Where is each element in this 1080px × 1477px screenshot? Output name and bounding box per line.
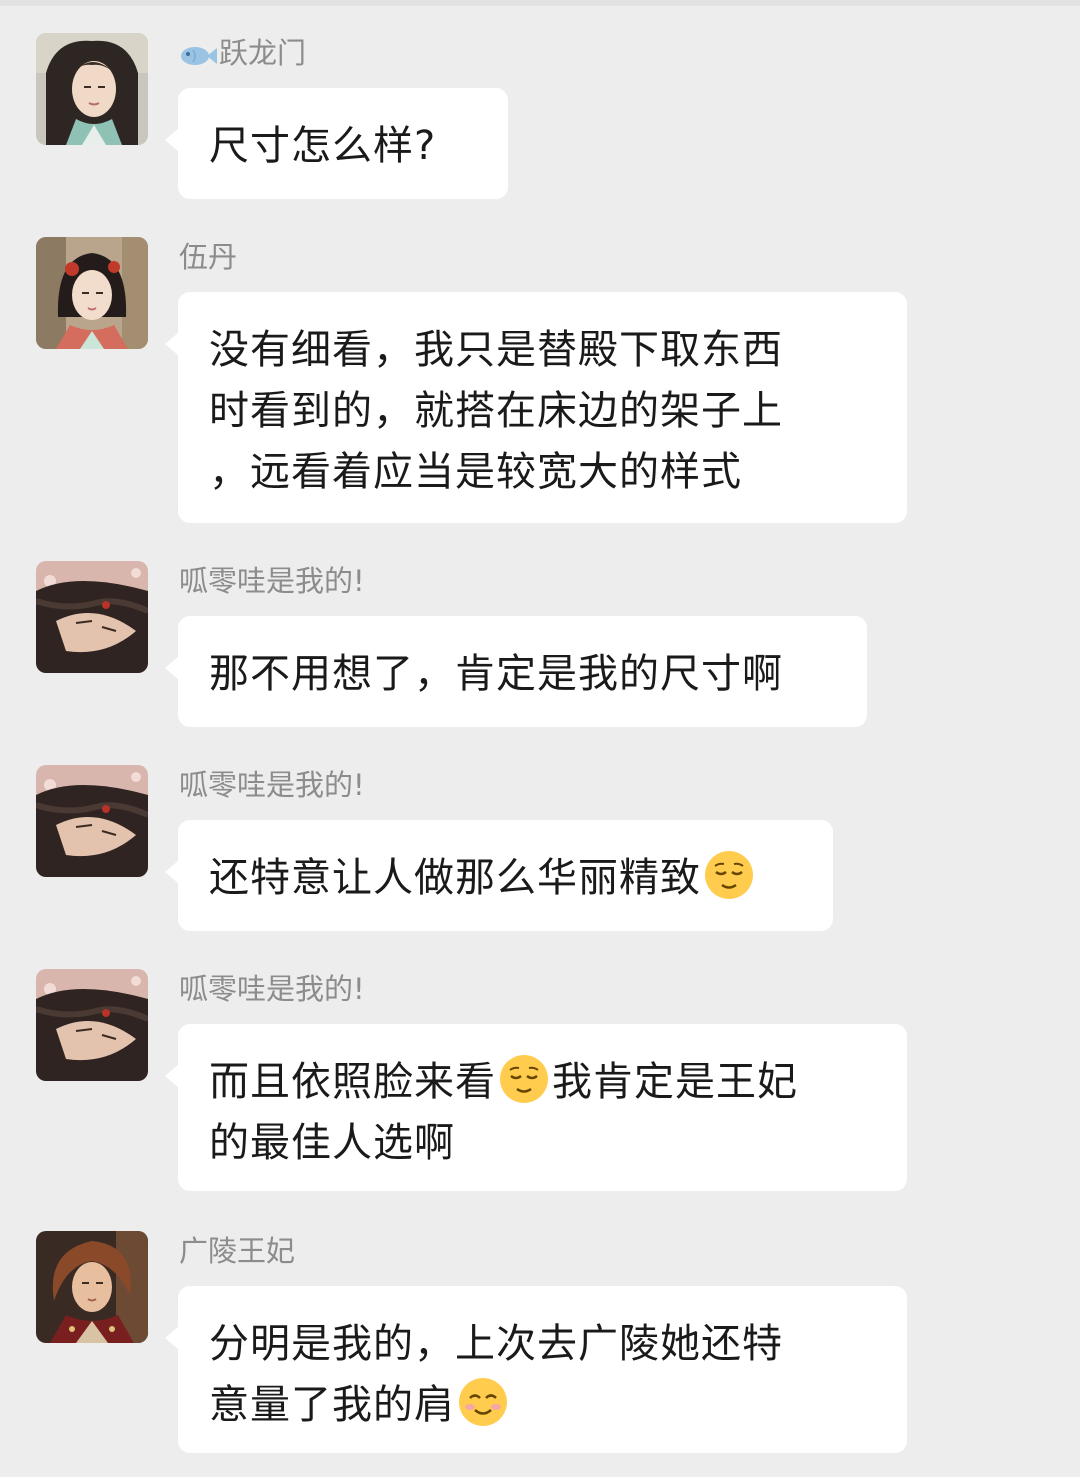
relieved-face-emoji: [703, 849, 755, 901]
sender-name: 呱零哇是我的!: [179, 972, 365, 1006]
message-bubble[interactable]: 而且依照脸来看 我肯定是王妃 的最佳人选啊: [165, 1024, 907, 1191]
avatar[interactable]: [36, 561, 148, 673]
message-bubble[interactable]: 没有细看，我只是替殿下取东西 时看到的，就搭在床边的架子上 ，远看着应当是较宽大…: [165, 292, 907, 523]
avatar[interactable]: [36, 237, 148, 349]
avatar[interactable]: [36, 1231, 148, 1343]
sender-name: 伍丹: [179, 240, 238, 274]
message-bubble[interactable]: 尺寸怎么样?: [165, 88, 508, 199]
message-line: 意量了我的肩: [209, 1375, 876, 1436]
message-bubble[interactable]: 分明是我的，上次去广陵她还特 意量了我的肩: [165, 1286, 907, 1453]
message-line: 还特意让人做那么华丽精致: [209, 848, 802, 909]
message-line: 没有细看，我只是替殿下取东西: [209, 327, 783, 373]
fish-icon: [179, 40, 217, 76]
avatar[interactable]: [36, 33, 148, 145]
avatar[interactable]: [36, 765, 148, 877]
relieved-face-emoji: [498, 1053, 550, 1105]
message-line: 分明是我的，上次去广陵她还特: [209, 1321, 783, 1367]
message-line: ，远看着应当是较宽大的样式: [209, 449, 742, 495]
sender-name: 跃龙门: [179, 35, 306, 76]
sender-name: 呱零哇是我的!: [179, 564, 365, 598]
message-line: 而且依照脸来看 我肯定是王妃: [209, 1052, 876, 1113]
sender-name: 呱零哇是我的!: [179, 768, 365, 802]
message-bubble[interactable]: 那不用想了，肯定是我的尺寸啊: [165, 616, 867, 727]
message-line: 尺寸怎么样?: [209, 123, 437, 169]
sender-name: 广陵王妃: [179, 1234, 296, 1268]
avatar[interactable]: [36, 969, 148, 1081]
smiling-face-emoji: [457, 1376, 509, 1428]
top-divider: [0, 0, 1080, 6]
message-line: 时看到的，就搭在床边的架子上: [209, 388, 783, 434]
message-bubble[interactable]: 还特意让人做那么华丽精致: [165, 820, 833, 931]
message-line: 那不用想了，肯定是我的尺寸啊: [209, 651, 783, 697]
message-line: 的最佳人选啊: [209, 1120, 455, 1166]
